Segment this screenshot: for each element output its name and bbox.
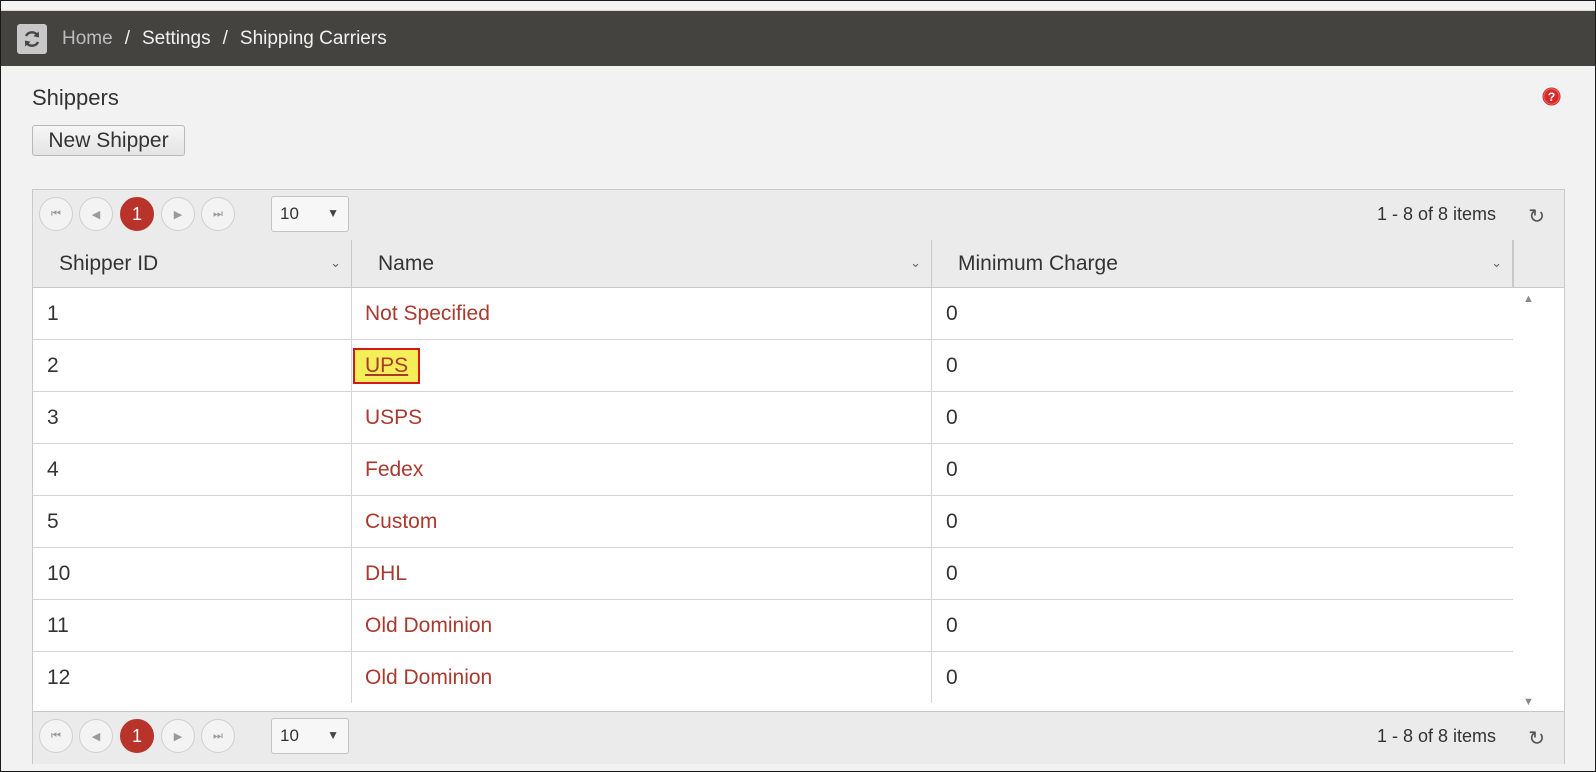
cell-shipper-id: 4 — [33, 444, 352, 495]
table-row: 4 Fedex 0 — [33, 444, 1513, 496]
new-shipper-button[interactable]: New Shipper — [32, 125, 185, 156]
pager-info: 1 - 8 of 8 items — [1376, 726, 1496, 746]
cell-minimum-charge: 0 — [946, 509, 958, 533]
cell-name: USPS — [352, 392, 932, 443]
column-label: Minimum Charge — [958, 251, 1118, 275]
table-body: 1 Not Specified 0 2 UPS 0 3 USPS 0 4 Fed… — [33, 288, 1513, 710]
shipper-name-link[interactable]: Fedex — [365, 458, 423, 482]
first-page-button[interactable]: ⏮ — [39, 197, 73, 231]
table-row: 2 UPS 0 — [33, 340, 1513, 392]
column-header-minimum-charge[interactable]: Minimum Charge ⌄ — [932, 240, 1513, 287]
first-page-button[interactable]: ⏮ — [39, 719, 73, 753]
help-icon[interactable]: ? — [1542, 87, 1561, 106]
next-page-button[interactable]: ▶ — [161, 197, 195, 231]
cell-name: Fedex — [352, 444, 932, 495]
cell-minimum-charge: 0 — [946, 405, 958, 429]
cell-name: Old Dominion — [352, 652, 932, 703]
top-strip — [1, 1, 1595, 11]
reload-icon[interactable]: ↻ — [1528, 204, 1545, 229]
chevron-down-icon[interactable]: ⌄ — [1491, 255, 1502, 271]
breadcrumb-separator: / — [124, 27, 130, 49]
cell-name: DHL — [352, 548, 932, 599]
shipper-name-link[interactable]: Old Dominion — [365, 614, 492, 638]
cell-minimum-charge: 0 — [946, 665, 958, 689]
page-title: Shippers — [32, 85, 119, 110]
cell-minimum-charge: 0 — [946, 301, 958, 325]
shipper-name-link[interactable]: Custom — [365, 510, 437, 534]
cell-shipper-id: 3 — [33, 392, 352, 443]
reload-icon[interactable]: ↻ — [1528, 726, 1545, 751]
column-header-name[interactable]: Name ⌄ — [352, 240, 932, 287]
app-frame: Home / Settings / Shipping Carriers Ship… — [0, 0, 1596, 772]
pager-info: 1 - 8 of 8 items — [1376, 204, 1496, 224]
vertical-scrollbar[interactable]: ▲ ▼ — [1513, 288, 1564, 710]
last-page-button[interactable]: ⏭ — [201, 719, 235, 753]
breadcrumb-separator: / — [222, 27, 228, 49]
shipper-name-link[interactable]: UPS — [352, 347, 421, 384]
table-row: 11 Old Dominion 0 — [33, 600, 1513, 652]
cell-name: Custom — [352, 496, 932, 547]
table-row: 5 Custom 0 — [33, 496, 1513, 548]
column-header-shipper-id[interactable]: Shipper ID ⌄ — [33, 240, 352, 287]
breadcrumb-current: Shipping Carriers — [239, 27, 387, 49]
current-page-button[interactable]: 1 — [120, 719, 154, 753]
cell-shipper-id: 10 — [33, 548, 352, 599]
cell-shipper-id: 12 — [33, 652, 352, 703]
prev-page-button[interactable]: ◀ — [79, 719, 113, 753]
cell-minimum-charge: 0 — [946, 613, 958, 637]
page-size-select[interactable]: 10 ▼ — [271, 196, 349, 232]
shippers-grid: ⏮ ◀ 1 ▶ ⏭ 10 ▼ 1 - 8 of 8 items ↻ Shippe… — [32, 189, 1565, 764]
pager-bottom: ⏮ ◀ 1 ▶ ⏭ 10 ▼ 1 - 8 of 8 items ↻ — [33, 711, 1564, 764]
chevron-down-icon[interactable]: ⌄ — [330, 255, 341, 271]
column-label: Name — [378, 251, 435, 275]
current-page-button[interactable]: 1 — [120, 197, 154, 231]
table-row: 3 USPS 0 — [33, 392, 1513, 444]
shipper-name-link[interactable]: USPS — [365, 406, 422, 430]
chevron-down-icon[interactable]: ⌄ — [910, 255, 921, 271]
chevron-down-icon: ▼ — [327, 728, 339, 742]
page-size-value: 10 — [280, 726, 299, 745]
cell-minimum-charge: 0 — [946, 561, 958, 585]
table-row: 10 DHL 0 — [33, 548, 1513, 600]
cell-name: Old Dominion — [352, 600, 932, 651]
page-size-value: 10 — [280, 204, 299, 223]
column-label: Shipper ID — [59, 251, 159, 275]
cell-name: UPS — [352, 340, 932, 391]
breadcrumb: Home / Settings / Shipping Carriers — [62, 28, 387, 50]
header-bar: Home / Settings / Shipping Carriers — [1, 11, 1595, 66]
refresh-icon[interactable] — [17, 23, 47, 54]
cell-shipper-id: 11 — [33, 600, 352, 651]
page-size-select[interactable]: 10 ▼ — [271, 718, 349, 754]
last-page-button[interactable]: ⏭ — [201, 197, 235, 231]
pager-top: ⏮ ◀ 1 ▶ ⏭ 10 ▼ 1 - 8 of 8 items ↻ — [33, 190, 1564, 241]
prev-page-button[interactable]: ◀ — [79, 197, 113, 231]
cell-minimum-charge: 0 — [946, 353, 958, 377]
next-page-button[interactable]: ▶ — [161, 719, 195, 753]
shipper-name-link[interactable]: Old Dominion — [365, 666, 492, 690]
cell-minimum-charge: 0 — [946, 457, 958, 481]
table-row: 1 Not Specified 0 — [33, 288, 1513, 340]
table-header: Shipper ID ⌄ Name ⌄ Minimum Charge ⌄ — [33, 240, 1564, 288]
svg-text:?: ? — [1548, 90, 1556, 104]
cell-name: Not Specified — [352, 288, 932, 339]
cell-shipper-id: 2 — [33, 340, 352, 391]
chevron-down-icon: ▼ — [327, 206, 339, 220]
breadcrumb-home[interactable]: Home — [62, 28, 113, 50]
scroll-up-icon[interactable]: ▲ — [1523, 293, 1534, 305]
table-row: 12 Old Dominion 0 — [33, 652, 1513, 704]
cell-shipper-id: 5 — [33, 496, 352, 547]
header-scroll-filler — [1513, 240, 1565, 287]
breadcrumb-settings[interactable]: Settings — [142, 28, 211, 50]
shipper-name-link[interactable]: Not Specified — [365, 302, 490, 326]
shipper-name-link[interactable]: DHL — [365, 562, 407, 586]
cell-shipper-id: 1 — [33, 288, 352, 339]
scroll-down-icon[interactable]: ▼ — [1523, 696, 1534, 708]
